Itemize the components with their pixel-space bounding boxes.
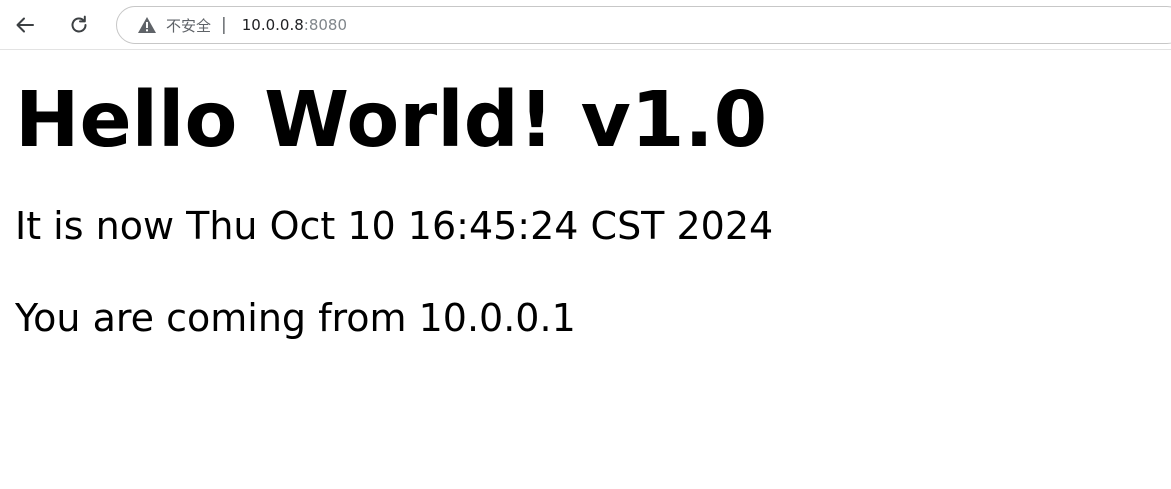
address-bar[interactable]: 不安全 | 10.0.0.8 :8080 xyxy=(116,6,1171,44)
page-heading: Hello World! v1.0 xyxy=(15,76,768,165)
url-host[interactable]: 10.0.0.8 xyxy=(242,16,304,34)
reload-button[interactable] xyxy=(63,9,95,41)
address-separator: | xyxy=(221,15,227,35)
page-content: Hello World! v1.0 It is now Thu Oct 10 1… xyxy=(15,50,1155,337)
url-port[interactable]: :8080 xyxy=(304,16,347,34)
back-button[interactable] xyxy=(9,9,41,41)
security-label[interactable]: 不安全 xyxy=(166,15,211,36)
warning-triangle-icon[interactable] xyxy=(137,15,157,35)
current-time-text: It is now Thu Oct 10 16:45:24 CST 2024 xyxy=(15,204,774,248)
reload-icon xyxy=(68,14,90,36)
client-address-text: You are coming from 10.0.0.1 xyxy=(15,296,576,340)
browser-toolbar: 不安全 | 10.0.0.8 :8080 xyxy=(0,0,1171,50)
arrow-left-icon xyxy=(14,14,36,36)
